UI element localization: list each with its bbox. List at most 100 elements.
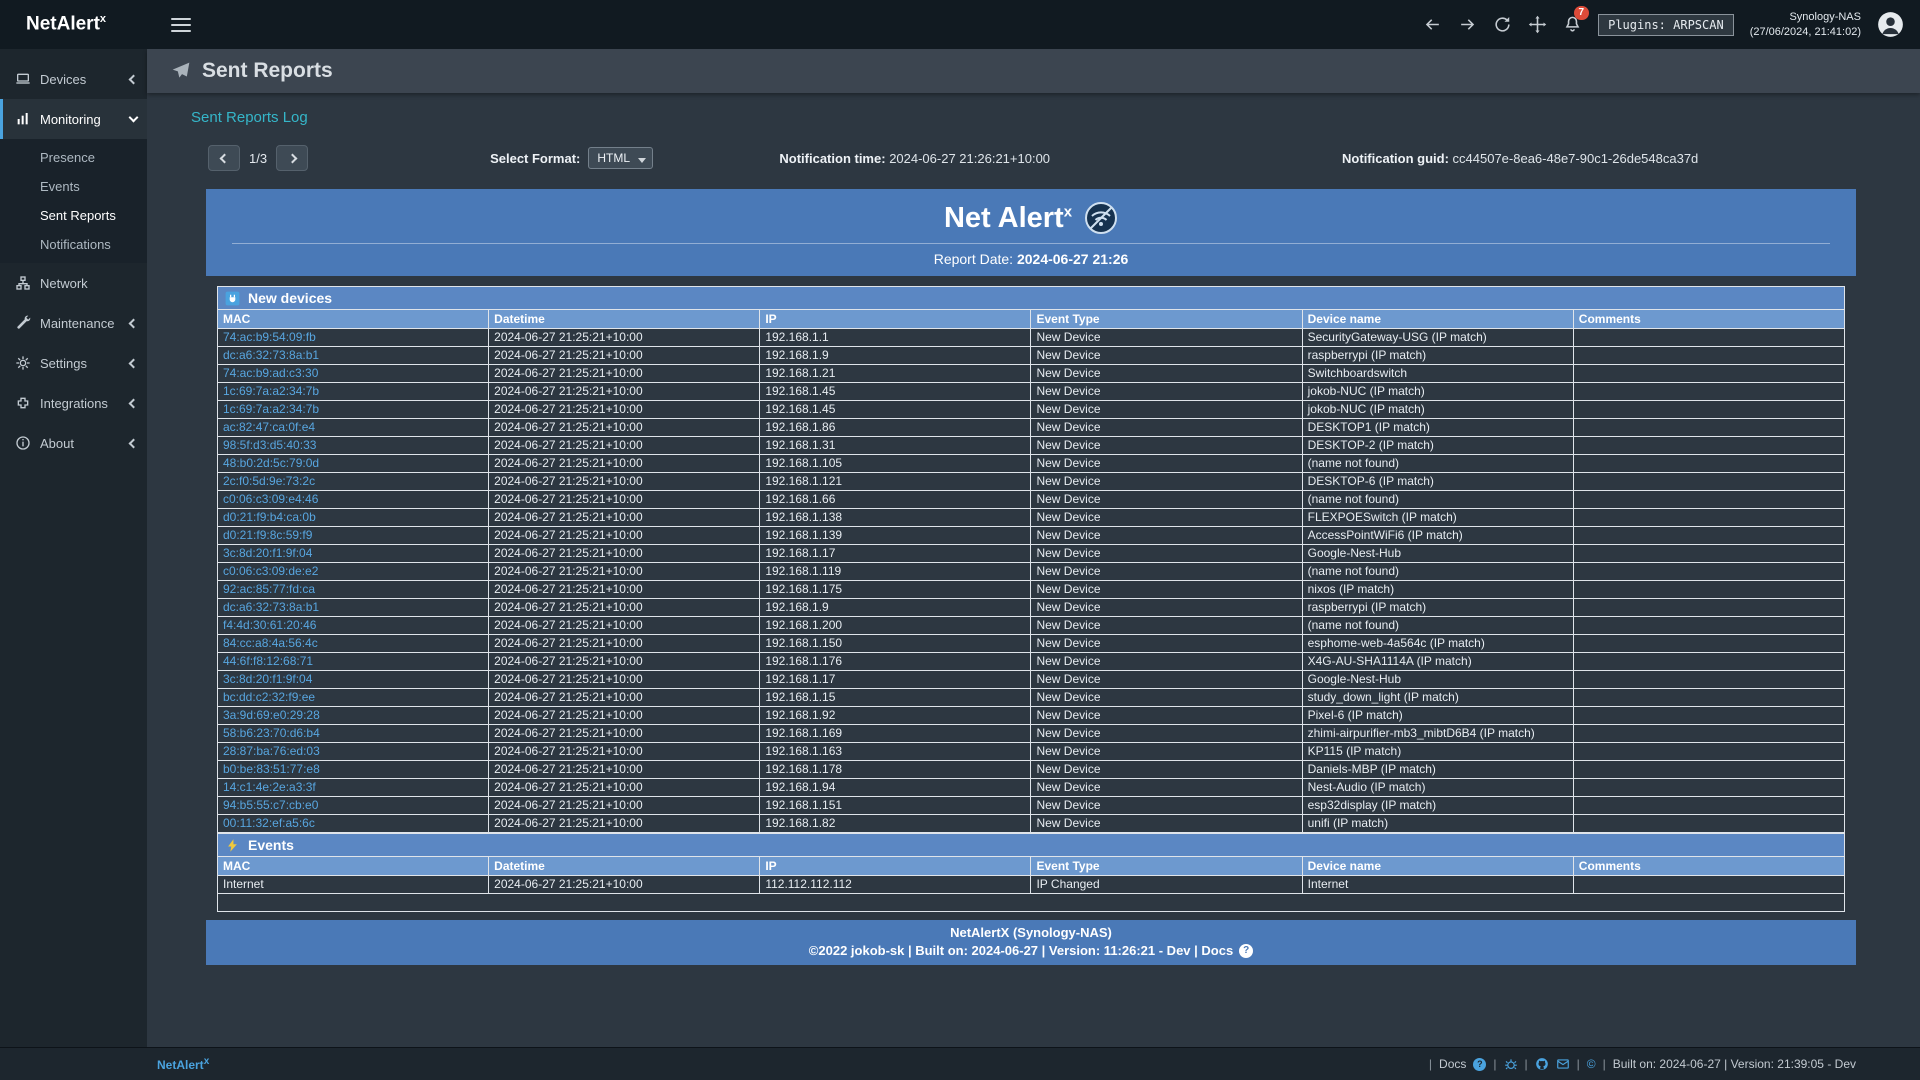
mac-link[interactable]: 1c:69:7a:a2:34:7b	[223, 402, 319, 416]
mac-link[interactable]: c0:06:c3:09:de:e2	[223, 564, 318, 578]
cell	[1573, 761, 1844, 779]
prev-page-button[interactable]	[208, 145, 240, 171]
mac-link[interactable]: 98:5f:d3:d5:40:33	[223, 438, 316, 452]
mac-link[interactable]: ac:82:47:ca:0f:e4	[223, 420, 315, 434]
user-avatar[interactable]	[1877, 11, 1904, 38]
cell	[1573, 653, 1844, 671]
sidebar-item-label: Integrations	[40, 396, 108, 411]
sidebar-item-settings[interactable]: Settings	[0, 343, 147, 383]
sidebar-item-devices[interactable]: Devices	[0, 59, 147, 99]
sidebar-item-maintenance[interactable]: Maintenance	[0, 303, 147, 343]
mac-link[interactable]: dc:a6:32:73:8a:b1	[223, 600, 319, 614]
copyright-icon[interactable]: ©	[1587, 1057, 1596, 1071]
table-row: 1c:69:7a:a2:34:7b2024-06-27 21:25:21+10:…	[218, 383, 1845, 401]
brand-text: NetAlert	[26, 14, 100, 35]
sidebar-item-integrations[interactable]: Integrations	[0, 383, 147, 423]
sidebar-item-events[interactable]: Events	[0, 172, 147, 201]
cell: 192.168.1.9	[760, 599, 1031, 617]
docs-help-icon[interactable]: ?	[1473, 1058, 1486, 1071]
cell: b0:be:83:51:77:e8	[218, 761, 489, 779]
mac-link[interactable]: d0:21:f9:8c:59:f9	[223, 528, 312, 542]
mac-link[interactable]: 94:b5:55:c7:cb:e0	[223, 798, 318, 812]
brand-logo[interactable]: NetAlertx	[0, 13, 147, 35]
mac-link[interactable]: 3c:8d:20:f1:9f:04	[223, 672, 312, 686]
sidebar-item-network[interactable]: Network	[0, 263, 147, 303]
cell: Switchboardswitch	[1302, 365, 1573, 383]
notifications-bell[interactable]: 7	[1563, 15, 1582, 34]
cell: 192.168.1.139	[760, 527, 1031, 545]
sidebar-item-about[interactable]: About	[0, 423, 147, 463]
sidebar-item-monitoring[interactable]: Monitoring	[0, 99, 147, 139]
github-icon[interactable]	[1535, 1057, 1549, 1071]
mac-link[interactable]: 3a:9d:69:e0:29:28	[223, 708, 320, 722]
table-row: d0:21:f9:8c:59:f92024-06-27 21:25:21+10:…	[218, 527, 1845, 545]
cell: ac:82:47:ca:0f:e4	[218, 419, 489, 437]
cell: 2024-06-27 21:25:21+10:00	[489, 419, 760, 437]
forward-arrow-icon[interactable]	[1458, 15, 1477, 34]
mac-link[interactable]: 3c:8d:20:f1:9f:04	[223, 546, 312, 560]
mac-link[interactable]: c0:06:c3:09:e4:46	[223, 492, 318, 506]
mac-link[interactable]: dc:a6:32:73:8a:b1	[223, 348, 319, 362]
cell: New Device	[1031, 761, 1302, 779]
mac-link[interactable]: 00:11:32:ef:a5:6c	[223, 816, 315, 830]
cell: 2c:f0:5d:9e:73:2c	[218, 473, 489, 491]
chevron-left-icon	[219, 153, 229, 163]
cell: d0:21:f9:b4:ca:0b	[218, 509, 489, 527]
cell: 2024-06-27 21:25:21+10:00	[489, 876, 760, 894]
cell: 2024-06-27 21:25:21+10:00	[489, 509, 760, 527]
mac-link[interactable]: f4:4d:30:61:20:46	[223, 618, 316, 632]
report-footer: NetAlertX (Synology-NAS) ©2022 jokob-sk …	[206, 920, 1856, 965]
mac-link[interactable]: 28:87:ba:76:ed:03	[223, 744, 320, 758]
cell	[1573, 797, 1844, 815]
cell: 192.168.1.1	[760, 329, 1031, 347]
chevron-left-icon	[129, 74, 139, 84]
lightning-icon	[225, 838, 240, 853]
next-page-button[interactable]	[276, 145, 308, 171]
cell: zhimi-airpurifier-mb3_mibtD6B4 (IP match…	[1302, 725, 1573, 743]
cell: 192.168.1.119	[760, 563, 1031, 581]
mac-link[interactable]: d0:21:f9:b4:ca:0b	[223, 510, 316, 524]
plugins-badge[interactable]: Plugins: ARPSCAN	[1598, 14, 1734, 36]
sidebar-item-sent-reports[interactable]: Sent Reports	[0, 201, 147, 230]
mac-link[interactable]: 1c:69:7a:a2:34:7b	[223, 384, 319, 398]
cell	[1573, 329, 1844, 347]
notification-time-value: 2024-06-27 21:26:21+10:00	[889, 151, 1050, 166]
table-row: b0:be:83:51:77:e82024-06-27 21:25:21+10:…	[218, 761, 1845, 779]
mac-link[interactable]: 74:ac:b9:54:09:fb	[223, 330, 316, 344]
events-table: MACDatetimeIPEvent TypeDevice nameCommen…	[217, 856, 1845, 912]
mac-link[interactable]: 48:b0:2d:5c:79:0d	[223, 456, 319, 470]
sidebar-item-label: About	[40, 436, 74, 451]
mac-link[interactable]: 44:6f:f8:12:68:71	[223, 654, 313, 668]
cell: 192.168.1.92	[760, 707, 1031, 725]
mac-link[interactable]: 58:b6:23:70:d6:b4	[223, 726, 320, 740]
back-arrow-icon[interactable]	[1423, 15, 1442, 34]
sidebar-item-presence[interactable]: Presence	[0, 143, 147, 172]
arrows-move-icon[interactable]	[1528, 15, 1547, 34]
format-select[interactable]: HTML	[588, 147, 653, 169]
sent-reports-log-link[interactable]: Sent Reports Log	[191, 109, 308, 126]
report-body: New devices MACDatetimeIPEvent TypeDevic…	[206, 276, 1856, 912]
mail-icon[interactable]	[1556, 1057, 1570, 1071]
cell: New Device	[1031, 365, 1302, 383]
cell: esp32display (IP match)	[1302, 797, 1573, 815]
footer-brand[interactable]: NetAlertx	[157, 1056, 209, 1072]
mac-link[interactable]: bc:dd:c2:32:f9:ee	[223, 690, 315, 704]
notification-guid-value: cc44507e-8ea6-48e7-90c1-26de548ca37d	[1453, 151, 1699, 166]
table-row: 3a:9d:69:e0:29:282024-06-27 21:25:21+10:…	[218, 707, 1845, 725]
cell: SecurityGateway-USG (IP match)	[1302, 329, 1573, 347]
menu-toggle-icon[interactable]	[171, 14, 191, 36]
mac-link[interactable]: 14:c1:4e:2e:a3:3f	[223, 780, 316, 794]
bug-icon[interactable]	[1504, 1057, 1518, 1071]
mac-link[interactable]: b0:be:83:51:77:e8	[223, 762, 320, 776]
sidebar-item-notifications[interactable]: Notifications	[0, 230, 147, 259]
mac-link[interactable]: 84:cc:a8:4a:56:4c	[223, 636, 318, 650]
refresh-icon[interactable]	[1493, 15, 1512, 34]
docs-help-icon[interactable]: ?	[1239, 944, 1253, 958]
mac-link[interactable]: 92:ac:85:77:fd:ca	[223, 582, 315, 596]
mac-link[interactable]: 2c:f0:5d:9e:73:2c	[223, 474, 315, 488]
mac-link[interactable]: 74:ac:b9:ad:c3:30	[223, 366, 318, 380]
docs-link[interactable]: Docs	[1439, 1057, 1466, 1071]
separator: |	[1577, 1057, 1580, 1071]
table-row: 84:cc:a8:4a:56:4c2024-06-27 21:25:21+10:…	[218, 635, 1845, 653]
cell: raspberrypi (IP match)	[1302, 347, 1573, 365]
